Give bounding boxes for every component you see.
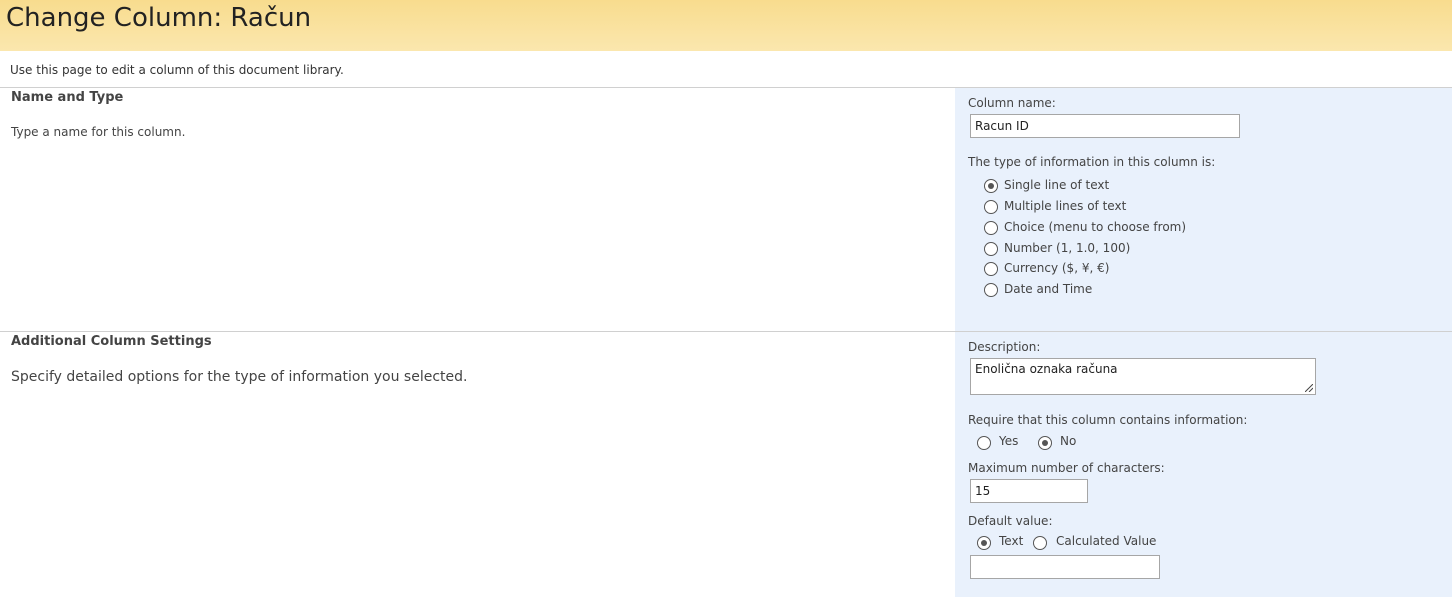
type-option-label: Date and Time [1004,282,1093,296]
type-option-label: Currency ($, ¥, €) [1004,261,1110,275]
type-radio-currency[interactable] [984,262,998,276]
type-option-label: Number (1, 1.0, 100) [1004,241,1131,255]
require-info-label: Require that this column contains inform… [968,413,1248,427]
type-option-label: Choice (menu to choose from) [1004,220,1187,234]
require-yes-radio[interactable] [977,436,991,450]
column-name-label: Column name: [968,96,1056,110]
description-label: Description: [968,340,1041,354]
description-textarea[interactable]: Enolična oznaka računa [970,358,1316,395]
type-option-label: Multiple lines of text [1004,199,1127,213]
additional-settings-heading: Additional Column Settings [11,334,212,349]
page-description: Use this page to edit a column of this d… [10,63,344,77]
page-header: Change Column: Račun [0,0,1452,51]
default-value-input[interactable] [970,555,1160,579]
require-yes-label: Yes [999,434,1019,448]
type-radio-number[interactable] [984,242,998,256]
section-divider [0,331,1452,332]
max-chars-label: Maximum number of characters: [968,461,1165,475]
type-radio-date-time[interactable] [984,283,998,297]
description-field-wrapper: Enolična oznaka računa [970,358,1316,395]
type-radio-multiple-lines[interactable] [984,200,998,214]
name-and-type-heading: Name and Type [11,90,124,105]
default-value-label: Default value: [968,514,1053,528]
additional-settings-description: Specify detailed options for the type of… [11,369,468,385]
column-name-input[interactable] [970,114,1240,138]
resize-grip-icon[interactable] [1305,384,1313,392]
default-text-label: Text [999,534,1024,548]
name-and-type-description: Type a name for this column. [11,125,186,139]
max-chars-input[interactable] [970,479,1088,503]
type-option-label: Single line of text [1004,178,1110,192]
require-no-radio[interactable] [1038,436,1052,450]
default-text-radio[interactable] [977,536,991,550]
require-no-label: No [1060,434,1077,448]
page-title: Change Column: Račun [6,3,312,33]
type-radio-single-line[interactable] [984,179,998,193]
default-calculated-radio[interactable] [1033,536,1047,550]
type-radio-choice[interactable] [984,221,998,235]
default-calculated-label: Calculated Value [1056,534,1157,548]
column-type-label: The type of information in this column i… [968,155,1216,169]
section-divider [0,87,1452,88]
